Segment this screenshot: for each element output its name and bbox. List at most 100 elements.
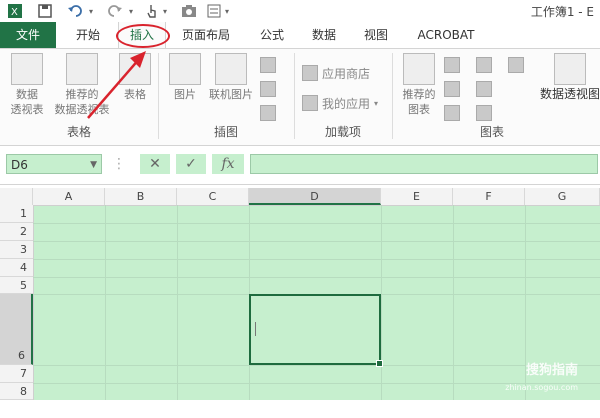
form-icon[interactable] [206,2,222,20]
column-header-c[interactable]: C [177,188,249,205]
row-header-8[interactable]: 8 [0,383,33,400]
customize-qa-icon[interactable]: ▾ [222,2,232,20]
tab-view[interactable]: 视图 [354,22,398,48]
pictures-button[interactable]: 图片 [162,53,208,102]
tab-page-layout[interactable]: 页面布局 [174,22,238,48]
row-header-2[interactable]: 2 [0,223,33,241]
formula-bar: D6 ▼ ⋮ ✕ ✓ fx [0,146,600,185]
tab-formulas[interactable]: 公式 [250,22,294,48]
gridline [453,205,454,400]
redo-dropdown-icon[interactable]: ▾ [126,2,136,20]
my-apps-button[interactable]: 我的应用 ▾ [302,93,378,113]
smartart-button[interactable] [260,79,276,99]
line-chart-icon [444,81,460,97]
annotation-arrow-icon [87,51,146,119]
bar-chart-button[interactable] [476,55,492,75]
window-title: 工作簿1 - E [530,5,594,19]
shapes-button[interactable] [260,55,276,75]
pivot-chart-icon [554,53,586,85]
watermark-subtext: zhinan.sogou.com [505,383,578,392]
pie-chart-button[interactable] [444,103,460,123]
touch-dropdown-icon[interactable]: ▾ [160,2,170,20]
shapes-icon [260,57,276,73]
gridline [33,223,600,224]
smartart-icon [260,81,276,97]
pie-chart-icon [444,105,460,121]
worksheet-grid[interactable]: A B C D E F G 1 2 3 4 5 6 7 8 搜狗指南 zhina… [0,188,600,400]
my-apps-dropdown-icon: ▾ [374,98,379,108]
formula-input[interactable] [250,154,598,174]
tab-data[interactable]: 数据 [302,22,346,48]
gridline [177,205,178,400]
row-header-5[interactable]: 5 [0,277,33,294]
save-icon[interactable] [36,2,54,20]
pictures-label: 图片 [174,88,196,101]
column-header-d[interactable]: D [249,188,381,205]
pivot-table-icon [11,53,43,85]
touch-mode-icon[interactable] [144,2,160,20]
picture-icon [169,53,201,85]
bar-chart-icon [476,57,492,73]
undo-dropdown-icon[interactable]: ▾ [86,2,96,20]
redo-icon[interactable] [106,2,124,20]
column-chart-button[interactable] [444,55,460,75]
name-box-value: D6 [11,158,28,172]
gridline [33,365,600,366]
row-header: 1 2 3 4 5 6 7 8 [0,205,34,400]
online-pictures-button[interactable]: 联机图片 [206,53,256,102]
fill-handle[interactable] [376,360,383,367]
group-label-addins: 加载项 [324,125,361,139]
pivot-table-label: 数据 透视表 [10,88,44,116]
online-picture-icon [215,53,247,85]
name-box-dropdown-icon[interactable]: ▼ [90,155,97,175]
tab-home[interactable]: 开始 [66,22,110,48]
row-header-3[interactable]: 3 [0,241,33,259]
pivot-table-button[interactable]: 数据 透视表 [4,53,50,117]
undo-icon[interactable] [66,2,84,20]
row-header-6[interactable]: 6 [0,294,33,365]
column-header-b[interactable]: B [105,188,177,205]
column-chart-icon [444,57,460,73]
column-header: A B C D E F G [0,188,600,206]
name-box[interactable]: D6 ▼ [6,154,102,174]
insert-tab-highlight-circle [116,24,170,48]
radar-chart-button[interactable] [508,55,524,75]
row-header-1[interactable]: 1 [0,205,33,223]
pivot-chart-button[interactable]: 数据透视图 [540,53,600,102]
online-pictures-label: 联机图片 [209,88,253,101]
gridline [33,241,600,242]
area-chart-button[interactable] [476,79,492,99]
active-cell-d6[interactable] [249,294,383,367]
cancel-formula-button[interactable]: ✕ [140,154,170,174]
app-store-button[interactable]: 应用商店 [302,63,370,83]
ribbon-tabs: 文件 开始 插入 页面布局 公式 数据 视图 ACROBAT [0,22,600,49]
row-header-4[interactable]: 4 [0,259,33,277]
area-chart-icon [476,81,492,97]
line-chart-button[interactable] [444,79,460,99]
tab-acrobat[interactable]: ACROBAT [410,22,482,48]
screenshot-icon [260,105,276,121]
tab-file[interactable]: 文件 [0,22,56,48]
text-cursor [255,322,256,336]
recommended-charts-label: 推荐的 图表 [402,88,436,116]
my-apps-label: 我的应用 [322,96,371,111]
enter-formula-button[interactable]: ✓ [176,154,206,174]
column-header-a[interactable]: A [33,188,105,205]
app-store-label: 应用商店 [322,66,371,81]
column-header-f[interactable]: F [453,188,525,205]
radar-chart-icon [508,57,524,73]
my-apps-icon [302,95,318,111]
scatter-chart-button[interactable] [476,103,492,123]
row-header-7[interactable]: 7 [0,365,33,383]
select-all-corner[interactable] [0,188,33,205]
gridline [33,277,600,278]
insert-function-button[interactable]: fx [212,154,244,174]
recommended-charts-button[interactable]: 推荐的 图表 [396,53,442,117]
camera-icon[interactable] [180,2,198,20]
title-bar: X ▾ ▾ ▾ ▾ 工作簿1 - E [0,0,600,22]
recommended-chart-icon [403,53,435,85]
column-header-g[interactable]: G [525,188,600,205]
column-header-e[interactable]: E [381,188,453,205]
gridline [33,259,600,260]
screenshot-button[interactable] [260,103,276,123]
